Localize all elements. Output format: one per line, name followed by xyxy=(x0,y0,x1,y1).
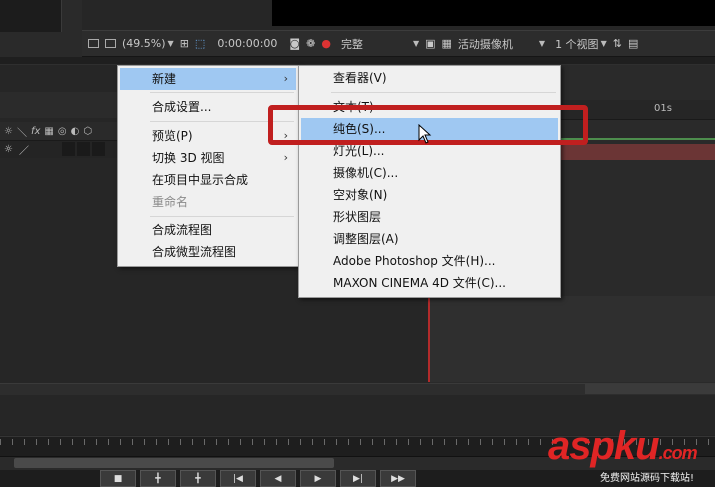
frame-blend-icon[interactable]: ▦ xyxy=(44,126,53,137)
menu-item-photoshop-file[interactable]: Adobe Photoshop 文件(H)... xyxy=(301,250,558,272)
menu-item-preview-label: 预览(P) xyxy=(152,129,193,143)
panel-divider xyxy=(0,57,715,65)
menu-item-light-label: 灯光(L)... xyxy=(333,144,385,158)
menu-separator xyxy=(150,92,294,93)
menu-item-reveal-in-project-label: 在项目中显示合成 xyxy=(152,173,249,187)
viewer-toolbar: (49.5%) ▼ ⊞ ⬚ 0:00:00:00 ◙ ❁ ● 完整 ▼ ▣ ▦ 活动… xyxy=(82,30,715,57)
menu-item-mini-flowchart-label: 合成微型流程图 xyxy=(152,245,237,259)
view-layout-value: 1 个视图 xyxy=(555,37,599,51)
grid-toggle-icon[interactable]: ▤ xyxy=(628,37,638,50)
menu-item-cinema4d-file[interactable]: MAXON CINEMA 4D 文件(C)... xyxy=(301,272,558,294)
step-button[interactable]: ╋ xyxy=(140,470,176,487)
menu-item-flowchart[interactable]: 合成流程图 xyxy=(120,219,296,241)
last-frame-button[interactable]: ▶▶ xyxy=(380,470,416,487)
horizontal-scroll-thumb[interactable] xyxy=(14,458,334,468)
menu-item-null-object[interactable]: 空对象(N) xyxy=(301,184,558,206)
menu-item-mini-flowchart[interactable]: 合成微型流程图 xyxy=(120,241,296,263)
next-frame-button[interactable]: ▶| xyxy=(340,470,376,487)
camera-dropdown[interactable]: 活动摄像机 ▼ xyxy=(458,36,545,52)
camera-value: 活动摄像机 xyxy=(457,37,513,51)
resolution-value: 完整 xyxy=(340,37,363,51)
3d-layer-icon[interactable]: ⬡ xyxy=(83,126,92,137)
menu-item-new[interactable]: 新建 › xyxy=(120,68,296,90)
play-button[interactable]: ▶ xyxy=(300,470,336,487)
menu-item-composition-settings-label: 合成设置... xyxy=(152,100,212,114)
composition-context-menu: 新建 › 合成设置... 预览(P) › 切换 3D 视图 › 在项目中显示合成 重命… xyxy=(117,65,299,267)
mouse-pointer-icon xyxy=(418,124,432,144)
pen-icon[interactable]: ／ xyxy=(19,142,29,157)
watermark-subtitle: 免费网站源码下载站! xyxy=(600,473,695,484)
menu-item-rename: 重命名 xyxy=(120,191,296,213)
menu-item-shape-layer-label: 形状图层 xyxy=(333,210,382,224)
new-submenu: 查看器(V) 文本(T) 纯色(S)... 灯光(L)... 摄像机(C)...… xyxy=(298,65,561,298)
prev-frame-button[interactable]: ◀ xyxy=(260,470,296,487)
channel-icon[interactable]: ● xyxy=(321,37,331,50)
switch-boxes xyxy=(62,142,107,156)
layer-duration-bar[interactable] xyxy=(560,144,715,160)
timeline-scroll-thumb[interactable] xyxy=(585,384,715,394)
menu-item-rename-label: 重命名 xyxy=(152,195,189,209)
timeline-search-area xyxy=(0,92,118,118)
show-snapshot-icon[interactable]: ❁ xyxy=(306,37,315,50)
timeline-track-area xyxy=(430,296,715,382)
submenu-arrow-icon: › xyxy=(283,151,288,164)
menu-item-viewer[interactable]: 查看器(V) xyxy=(301,67,558,89)
view-layout-dropdown[interactable]: 1 个视图 ▼ xyxy=(555,36,607,52)
timecode-display[interactable]: 0:00:00:00 xyxy=(217,37,277,50)
menu-item-reveal-in-project[interactable]: 在项目中显示合成 xyxy=(120,169,296,191)
menu-item-switch-3d-view[interactable]: 切换 3D 视图 › xyxy=(120,147,296,169)
menu-item-adjustment-layer[interactable]: 调整图层(A) xyxy=(301,228,558,250)
menu-item-adjustment-layer-label: 调整图层(A) xyxy=(333,232,399,246)
snapshot-toggle-icon[interactable] xyxy=(88,39,99,48)
fx-icon[interactable]: fx xyxy=(31,126,40,137)
layer-switches-header: ☼ ＼ fx ▦ ◎ ◐ ⬡ xyxy=(0,122,118,140)
pixel-aspect-icon[interactable]: ⇅ xyxy=(613,37,622,50)
first-frame-button[interactable]: |◀ xyxy=(220,470,256,487)
composition-viewer-canvas[interactable] xyxy=(272,0,715,26)
menu-item-null-object-label: 空对象(N) xyxy=(333,188,388,202)
current-time-indicator[interactable] xyxy=(428,290,430,382)
menu-item-viewer-label: 查看器(V) xyxy=(333,71,387,85)
menu-item-camera[interactable]: 摄像机(C)... xyxy=(301,162,558,184)
checkerboard-icon[interactable]: ▦ xyxy=(442,37,452,50)
zoom-value: (49.5%) xyxy=(122,37,166,50)
collapse-icon[interactable]: ＼ xyxy=(17,124,27,139)
submenu-arrow-icon: › xyxy=(283,72,288,85)
motion-blur-icon[interactable]: ◎ xyxy=(58,126,67,137)
zoom-dropdown[interactable]: (49.5%) ▼ xyxy=(122,37,174,50)
menu-separator xyxy=(331,92,556,93)
monitor-icon[interactable] xyxy=(105,39,116,48)
sun-icon[interactable]: ☼ xyxy=(4,144,13,155)
time-ruler-label: 01s xyxy=(654,103,672,114)
menu-item-switch-3d-view-label: 切换 3D 视图 xyxy=(152,151,225,165)
shy-icon[interactable]: ☼ xyxy=(4,126,13,137)
menu-item-shape-layer[interactable]: 形状图层 xyxy=(301,206,558,228)
transparency-grid-icon[interactable]: ▣ xyxy=(425,37,435,50)
menu-item-flowchart-label: 合成流程图 xyxy=(152,223,213,237)
menu-item-camera-label: 摄像机(C)... xyxy=(333,166,399,180)
watermark-logo: aspku.com xyxy=(548,424,698,468)
project-panel-inner xyxy=(0,0,62,32)
camera-snapshot-icon[interactable]: ◙ xyxy=(289,37,300,50)
step-button-2[interactable]: ╋ xyxy=(180,470,216,487)
safe-margins-icon[interactable]: ⊞ xyxy=(180,37,189,50)
menu-item-photoshop-file-label: Adobe Photoshop 文件(H)... xyxy=(333,254,496,268)
menu-item-cinema4d-file-label: MAXON CINEMA 4D 文件(C)... xyxy=(333,276,506,290)
menu-separator xyxy=(150,216,294,217)
region-of-interest-icon[interactable]: ⬚ xyxy=(195,37,205,50)
menu-item-new-label: 新建 xyxy=(152,72,177,86)
stop-button[interactable]: ■ xyxy=(100,470,136,487)
resolution-dropdown[interactable]: 完整 ▼ xyxy=(341,36,419,52)
adjustment-layer-icon[interactable]: ◐ xyxy=(71,126,80,137)
